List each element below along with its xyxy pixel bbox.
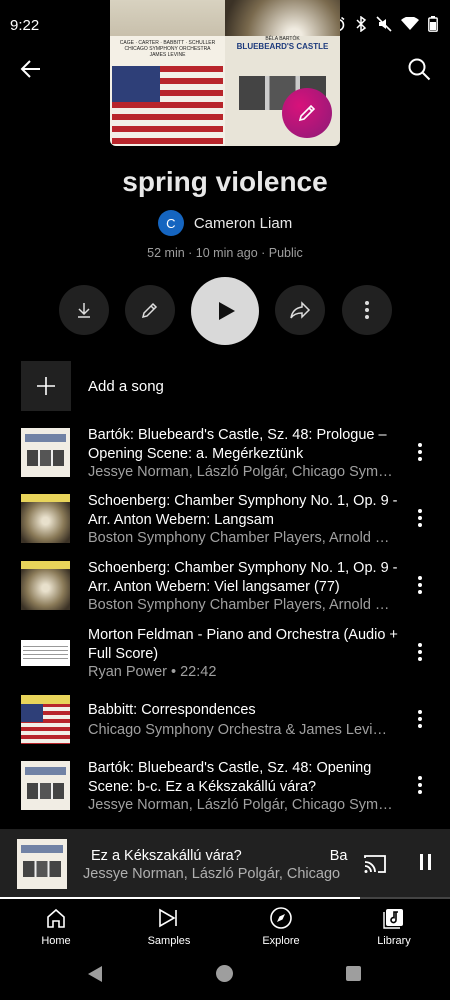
now-playing-next-title: Bar — [329, 848, 348, 864]
play-icon — [219, 302, 235, 320]
song-thumbnail — [21, 640, 70, 666]
song-thumbnail — [21, 494, 70, 543]
samples-icon — [157, 906, 181, 930]
now-playing-title-marquee[interactable]: Ez a Kékszakállú vára? Bar — [83, 847, 348, 867]
system-back-icon[interactable] — [88, 966, 102, 982]
mini-player[interactable]: Ez a Kékszakállú vára? Bar Jessye Norman,… — [0, 829, 450, 899]
bottom-navigation: Home Samples Explore Library — [0, 900, 450, 958]
plus-icon — [37, 377, 55, 395]
song-title: Babbitt: Correspondences — [88, 702, 256, 718]
song-thumbnail — [21, 561, 70, 610]
cast-button[interactable] — [362, 852, 388, 876]
nav-samples[interactable]: Samples — [124, 906, 214, 954]
download-button[interactable] — [59, 285, 109, 335]
search-button[interactable] — [406, 56, 432, 82]
song-thumbnail — [21, 761, 70, 810]
system-navigation-bar — [0, 958, 450, 1000]
pause-icon — [419, 854, 423, 870]
pause-button[interactable] — [415, 854, 435, 874]
list-item[interactable]: Babbitt: Correspondences Chicago Symphon… — [0, 687, 450, 751]
song-title: Schoenberg: Chamber Symphony No. 1, Op. … — [88, 560, 398, 595]
arrow-left-icon — [20, 60, 40, 78]
song-more-button[interactable] — [410, 438, 430, 466]
cover-caption-babbitt: CAGE · CARTER · BABBITT · SCHULLER CHICA… — [119, 40, 216, 58]
mute-icon — [376, 16, 392, 37]
song-subtitle: Chicago Symphony Orchestra & James Levi… — [88, 722, 387, 738]
home-icon — [44, 906, 68, 930]
song-thumbnail — [21, 695, 70, 744]
compass-icon — [269, 906, 293, 930]
song-subtitle: Jessye Norman, László Polgár, Chicago Sy… — [88, 464, 393, 480]
song-subtitle: Ryan Power • 22:42 — [88, 664, 217, 680]
list-item[interactable]: Bartók: Bluebeard's Castle, Sz. 48: Prol… — [0, 420, 450, 484]
share-button[interactable] — [275, 285, 325, 335]
edit-button[interactable] — [125, 285, 175, 335]
status-icons — [330, 15, 438, 37]
add-song-row[interactable]: Add a song — [21, 361, 321, 411]
song-subtitle: Jessye Norman, László Polgár, Chicago Sy… — [88, 797, 393, 813]
now-playing-thumbnail[interactable] — [17, 839, 67, 889]
nav-explore[interactable]: Explore — [236, 906, 326, 954]
share-icon — [290, 301, 311, 319]
nav-home[interactable]: Home — [11, 906, 101, 954]
song-more-button[interactable] — [410, 705, 430, 733]
wifi-icon — [401, 16, 419, 36]
now-playing-title: Ez a Kékszakállú vára? — [91, 848, 242, 864]
pencil-icon — [141, 302, 158, 319]
playback-progress-fill — [0, 897, 360, 899]
nav-label: Home — [41, 935, 71, 947]
cast-icon — [364, 855, 386, 873]
song-subtitle: Boston Symphony Chamber Players, Arnold … — [88, 530, 390, 546]
nav-label: Explore — [262, 935, 300, 947]
playlist-meta: 52 min · 10 min ago · Public — [147, 246, 303, 260]
song-title: Bartók: Bluebeard's Castle, Sz. 48: Prol… — [88, 427, 387, 462]
song-title: Morton Feldman - Piano and Orchestra (Au… — [88, 627, 398, 662]
avatar[interactable]: C — [157, 210, 184, 236]
download-icon — [78, 303, 90, 318]
song-subtitle: Boston Symphony Chamber Players, Arnold … — [88, 597, 390, 613]
list-item[interactable]: Schoenberg: Chamber Symphony No. 1, Op. … — [0, 553, 450, 617]
pencil-icon — [298, 104, 316, 122]
status-time: 9:22 — [10, 17, 40, 34]
nav-library[interactable]: Library — [349, 906, 439, 954]
nav-label: Library — [377, 935, 411, 947]
bluetooth-icon — [355, 15, 367, 37]
more-options-button[interactable] — [342, 285, 392, 335]
playlist-owner[interactable]: C Cameron Liam — [0, 210, 450, 236]
flag-artwork — [112, 66, 223, 144]
library-icon — [382, 906, 406, 930]
song-more-button[interactable] — [410, 638, 430, 666]
edit-playlist-fab[interactable] — [282, 88, 332, 138]
back-button[interactable] — [18, 56, 44, 82]
add-song-label: Add a song — [88, 377, 164, 395]
song-title: Schoenberg: Chamber Symphony No. 1, Op. … — [88, 493, 398, 528]
owner-name[interactable]: Cameron Liam — [194, 215, 292, 232]
song-more-button[interactable] — [410, 504, 430, 532]
search-icon — [408, 58, 431, 81]
list-item[interactable]: Bartók: Bluebeard's Castle, Sz. 48: Open… — [0, 753, 450, 817]
song-title: Bartók: Bluebeard's Castle, Sz. 48: Open… — [88, 760, 372, 795]
cover-title-bluebeard: BLUEBEARD'S CASTLE — [236, 42, 329, 51]
list-item[interactable]: Schoenberg: Chamber Symphony No. 1, Op. … — [0, 486, 450, 550]
song-more-button[interactable] — [410, 771, 430, 799]
song-thumbnail — [21, 428, 70, 477]
system-recents-icon[interactable] — [346, 966, 361, 981]
play-button[interactable] — [191, 277, 259, 345]
playlist-title: spring violence — [122, 166, 328, 197]
playback-progress[interactable] — [0, 897, 450, 899]
system-home-icon[interactable] — [216, 965, 233, 982]
nav-label: Samples — [147, 935, 191, 947]
more-vert-icon — [365, 301, 369, 319]
add-song-tile[interactable] — [21, 361, 71, 411]
song-more-button[interactable] — [410, 571, 430, 599]
cover-tile-babbitt: CAGE · CARTER · BABBITT · SCHULLER CHICA… — [110, 36, 225, 146]
list-item[interactable]: Morton Feldman - Piano and Orchestra (Au… — [0, 620, 450, 684]
battery-icon — [428, 16, 438, 37]
now-playing-artist: Jessye Norman, László Polgár, Chicago — [83, 866, 341, 882]
